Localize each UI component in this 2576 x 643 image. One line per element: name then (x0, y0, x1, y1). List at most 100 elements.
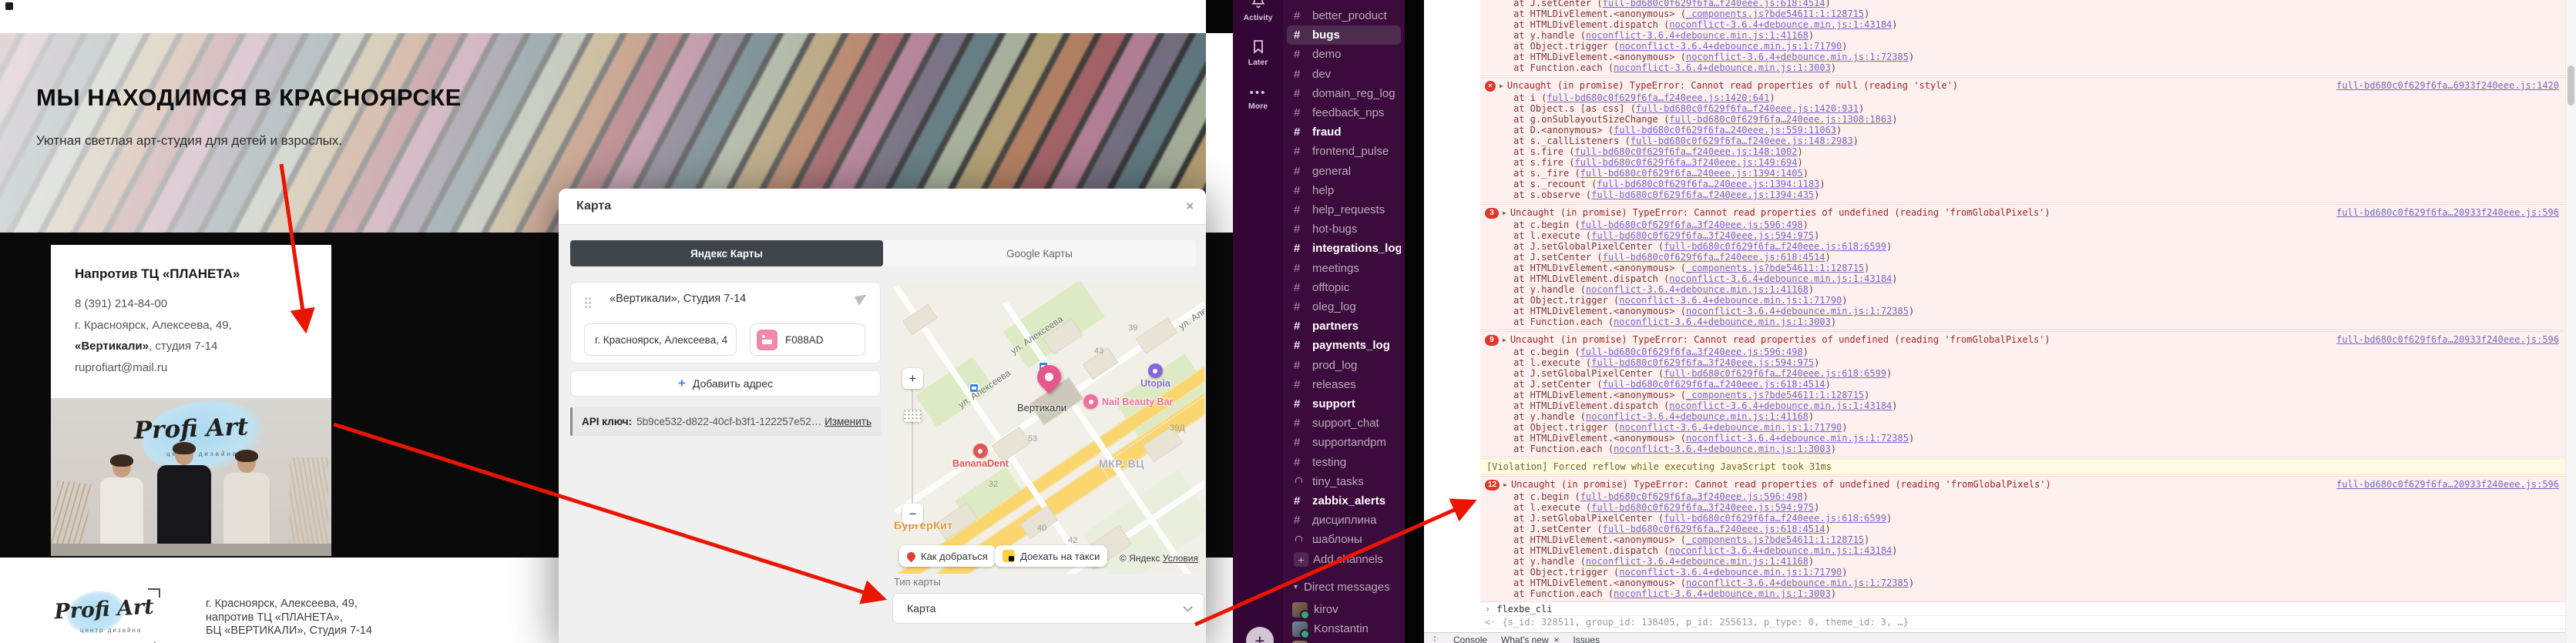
channel-offtopic[interactable]: #offtopic (1287, 278, 1401, 297)
source-link[interactable]: full-bd680c0f629f6fa…f240eee.js:618:4514 (1603, 524, 1825, 534)
source-link[interactable]: noconflict-3.6.4+debounce.min.js:1:72385 (1686, 52, 1909, 62)
rail-item-more[interactable]: ••• More (1233, 86, 1283, 111)
add-channels-button[interactable]: + Add channels (1287, 550, 1401, 569)
source-link[interactable]: full-bd680c0f629f6fa…f240eee.js:618:6599 (1664, 368, 1886, 379)
tab-yandex-maps[interactable]: Яндекс Карты (570, 240, 883, 266)
source-link[interactable]: full-bd680c0f629f6fa…20933f240eee.js:596 (2336, 207, 2559, 219)
source-link[interactable]: full-bd680c0f629f6fa…f240eee.js:148:2983 (1631, 136, 1853, 146)
channel-дисциплина[interactable]: #дисциплина (1287, 511, 1401, 530)
channel-domain_reg_log[interactable]: #domain_reg_log (1287, 84, 1401, 103)
source-link[interactable]: noconflict-3.6.4+debounce.min.js:1:72385 (1686, 578, 1909, 588)
api-key-edit-link[interactable]: Изменить (825, 416, 872, 427)
channel-support[interactable]: #support (1287, 394, 1401, 414)
pin-color-value[interactable]: F088AD (785, 334, 824, 346)
pin-color-input[interactable]: F088AD (750, 323, 865, 356)
source-link[interactable]: noconflict-3.6.4+debounce.min.js:1:43184 (1669, 19, 1892, 30)
channel-payments_log[interactable]: #payments_log (1287, 336, 1401, 355)
contact-phone[interactable]: 8 (391) 214-84-00 (75, 293, 308, 315)
map-type-select[interactable]: Карта (892, 593, 1204, 624)
source-link[interactable]: full-bd680c0f629f6fa…240eee.js:1308:1863 (1669, 114, 1892, 125)
channel-meetings[interactable]: #meetings (1287, 259, 1401, 278)
channel-releases[interactable]: #releases (1287, 375, 1401, 394)
source-link[interactable]: full-bd680c0f629f6fa…240eee.js:1394:1405 (1580, 168, 1803, 179)
drawer-tab-console[interactable]: Console (1453, 635, 1487, 643)
source-link[interactable]: full-bd680c0f629f6fa…3f240eee.js:596:498 (1580, 219, 1803, 230)
source-link[interactable]: _components.js?bde54611:1:128715 (1686, 263, 1864, 273)
source-link[interactable]: full-bd680c0f629f6fa…20933f240eee.js:596 (2336, 479, 2559, 491)
source-link[interactable]: full-bd680c0f629f6fa…f240eee.js:1394:435 (1591, 189, 1814, 200)
directions-button[interactable]: Как добраться (899, 545, 996, 567)
source-link[interactable]: noconflict-3.6.4+debounce.min.js:1:43184 (1669, 545, 1892, 556)
scrollbar[interactable] (2565, 0, 2576, 643)
expand-arrow-icon[interactable]: ▶ (1503, 479, 1507, 491)
console-command-row[interactable]: ›flexbe_cli (1480, 603, 2565, 616)
source-link[interactable]: noconflict-3.6.4+debounce.min.js:1:41168 (1586, 411, 1809, 422)
source-link[interactable]: full-bd680c0f629f6fa…f240eee.js:148:1002 (1574, 146, 1797, 157)
source-link[interactable]: full-bd680c0f629f6fa…f240eee.js:1420:931 (1636, 103, 1859, 114)
source-link[interactable]: full-bd680c0f629f6fa…240eee.js:1394:1183 (1597, 179, 1819, 189)
source-link[interactable]: full-bd680c0f629f6fa…f240eee.js:618:6599 (1664, 513, 1886, 524)
expand-arrow-icon[interactable]: ▶ (1503, 207, 1506, 219)
yandex-map[interactable]: ул. Алексееваул. Алексееваул. Алексеева3… (892, 282, 1204, 574)
channel-help_requests[interactable]: #help_requests (1287, 200, 1401, 219)
source-link[interactable]: noconflict-3.6.4+debounce.min.js:1:3003 (1614, 588, 1831, 599)
source-link[interactable]: full-bd680c0f629f6fa…3f240eee.js:594:975 (1591, 357, 1814, 368)
channel-tiny_tasks[interactable]: tiny_tasks (1287, 472, 1401, 491)
channel-frontend_pulse[interactable]: #frontend_pulse (1287, 142, 1401, 161)
source-link[interactable]: noconflict-3.6.4+debounce.min.js:1:71790 (1619, 41, 1842, 52)
source-link[interactable]: noconflict-3.6.4+debounce.min.js:1:41168 (1586, 284, 1809, 295)
source-link[interactable]: full-bd680c0f629f6fa…3f240eee.js:596:498 (1580, 347, 1803, 357)
source-link[interactable]: full-bd680c0f629f6fa…3f240eee.js:594:975 (1591, 502, 1814, 513)
source-link[interactable]: noconflict-3.6.4+debounce.min.js:1:41168 (1586, 30, 1809, 41)
source-link[interactable]: noconflict-3.6.4+debounce.min.js:1:3003 (1614, 444, 1831, 454)
source-link[interactable]: full-bd680c0f629f6fa…3f240eee.js:596:498 (1580, 491, 1803, 502)
channel-partners[interactable]: #partners (1287, 316, 1401, 336)
poi-tooth[interactable]: BananaDent (952, 444, 1009, 469)
channel-testing[interactable]: #testing (1287, 453, 1401, 472)
source-link[interactable]: noconflict-3.6.4+debounce.min.js:1:72385 (1686, 433, 1909, 444)
tab-google-maps[interactable]: Google Карты (883, 240, 1196, 266)
rail-item-later[interactable]: Later (1233, 39, 1283, 67)
source-link[interactable]: noconflict-3.6.4+debounce.min.js:1:71790 (1619, 295, 1842, 306)
zoom-handle[interactable] (904, 410, 922, 422)
source-link[interactable]: full-bd680c0f629f6fa…f240eee.js:618:4514 (1603, 252, 1825, 263)
add-address-button[interactable]: + Добавить адрес (570, 370, 881, 397)
locate-arrow-icon[interactable] (855, 291, 869, 306)
source-link[interactable]: _components.js?bde54611:1:128715 (1686, 390, 1864, 400)
pin-color-swatch[interactable] (757, 330, 778, 350)
close-icon[interactable]: × (1186, 199, 1194, 214)
channel-prod_log[interactable]: #prod_log (1287, 356, 1401, 375)
source-link[interactable]: noconflict-3.6.4+debounce.min.js:1:41168 (1586, 556, 1809, 567)
source-link[interactable]: full-bd680c0f629f6fa…6933f240eee.js:1420 (2336, 80, 2559, 92)
source-link[interactable]: noconflict-3.6.4+debounce.min.js:1:72385 (1686, 306, 1909, 316)
source-link[interactable]: noconflict-3.6.4+debounce.min.js:1:3003 (1614, 62, 1831, 73)
source-link[interactable]: full-bd680c0f629f6fa…f240eee.js:618:4514 (1603, 0, 1825, 8)
expand-arrow-icon[interactable]: ▶ (1500, 80, 1503, 92)
taxi-button[interactable]: Доехать на такси (995, 545, 1107, 567)
source-link[interactable]: noconflict-3.6.4+debounce.min.js:1:43184 (1669, 273, 1892, 284)
zoom-in-button[interactable]: + (902, 368, 923, 389)
source-link[interactable]: full-bd680c0f629f6fa…3f240eee.js:149:694 (1574, 157, 1797, 168)
source-link[interactable]: noconflict-3.6.4+debounce.min.js:1:43184 (1669, 400, 1892, 411)
dm-Nastya Chor[interactable]: Nastya Chor (1287, 638, 1401, 643)
address-input[interactable]: г. Красноярск, Алексеева, 4 (584, 323, 737, 356)
zoom-out-button[interactable]: − (902, 504, 923, 524)
poi-nail[interactable]: Nail Beauty Bar (1083, 394, 1173, 409)
channel-bugs[interactable]: #bugs (1287, 25, 1401, 45)
channel-zabbix_alerts[interactable]: #zabbix_alerts (1287, 491, 1401, 511)
source-link[interactable]: noconflict-3.6.4+debounce.min.js:1:71790 (1619, 567, 1842, 578)
source-link[interactable]: full-bd680c0f629f6fa…f240eee.js:618:4514 (1603, 379, 1825, 390)
channel-help[interactable]: #help (1287, 181, 1401, 200)
contact-email[interactable]: ruprofiart@mail.ru (75, 357, 308, 379)
drawer-tab-issues[interactable]: Issues (1573, 635, 1600, 643)
dm-kirov[interactable]: kirov (1287, 600, 1401, 619)
channel-support_chat[interactable]: #support_chat (1287, 414, 1401, 433)
channel-шаблоны[interactable]: шаблоны (1287, 530, 1401, 549)
channel-oleg_log[interactable]: #oleg_log (1287, 297, 1401, 316)
poi-district[interactable]: МКР. ВЦ (1099, 457, 1144, 470)
source-link[interactable]: noconflict-3.6.4+debounce.min.js:1:3003 (1614, 316, 1831, 327)
channel-dev[interactable]: #dev (1287, 65, 1401, 84)
channel-better_product[interactable]: #better_product (1287, 6, 1401, 25)
channel-general[interactable]: #general (1287, 162, 1401, 181)
rail-item-activity[interactable]: Activity (1233, 0, 1283, 22)
